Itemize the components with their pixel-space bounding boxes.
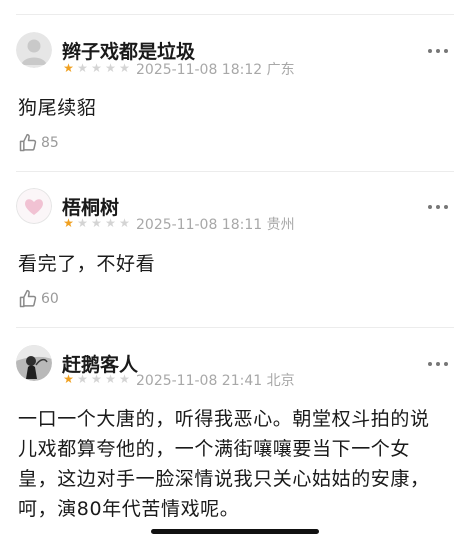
star-icon: ★ <box>63 216 74 230</box>
like-button[interactable]: 60 <box>18 289 59 309</box>
like-button[interactable]: 85 <box>18 133 59 153</box>
star-icon: ★ <box>77 372 88 386</box>
rating-stars: ★ ★ ★ ★ ★ <box>62 372 131 386</box>
rating-stars: ★ ★ ★ ★ ★ <box>62 61 131 75</box>
like-count: 60 <box>41 291 59 307</box>
rating-stars: ★ ★ ★ ★ ★ <box>62 216 131 230</box>
star-icon: ★ <box>119 216 130 230</box>
star-icon: ★ <box>63 372 74 386</box>
divider <box>16 171 454 172</box>
more-options-icon[interactable] <box>428 201 448 213</box>
like-count: 85 <box>41 135 59 151</box>
comment-text: 狗尾续貂 <box>18 97 97 119</box>
more-options-icon[interactable] <box>428 358 448 370</box>
star-icon: ★ <box>119 61 130 75</box>
thumbs-up-icon <box>19 133 37 152</box>
star-icon: ★ <box>105 372 116 386</box>
home-indicator[interactable] <box>151 529 319 534</box>
comment-text: 看完了，不好看 <box>18 253 156 275</box>
comment-meta: 2025-11-08 18:11 贵州 <box>136 217 295 233</box>
comment-text: 一口一个大唐的，听得我恶心。朝堂权斗拍的说儿戏都算夸他的，一个满街嚷嚷要当下一个… <box>18 408 430 520</box>
more-options-icon[interactable] <box>428 45 448 57</box>
star-icon: ★ <box>77 216 88 230</box>
thumbs-up-icon <box>19 289 37 308</box>
star-icon: ★ <box>91 372 102 386</box>
star-icon: ★ <box>63 61 74 75</box>
divider <box>16 14 454 15</box>
star-icon: ★ <box>105 216 116 230</box>
comment-meta: 2025-11-08 18:12 广东 <box>136 62 295 78</box>
star-icon: ★ <box>77 61 88 75</box>
divider <box>16 327 454 328</box>
avatar[interactable] <box>16 345 52 381</box>
avatar[interactable] <box>16 32 52 68</box>
star-icon: ★ <box>91 61 102 75</box>
comment-meta: 2025-11-08 21:41 北京 <box>136 373 295 389</box>
star-icon: ★ <box>105 61 116 75</box>
star-icon: ★ <box>119 372 130 386</box>
avatar[interactable] <box>16 188 52 224</box>
star-icon: ★ <box>91 216 102 230</box>
